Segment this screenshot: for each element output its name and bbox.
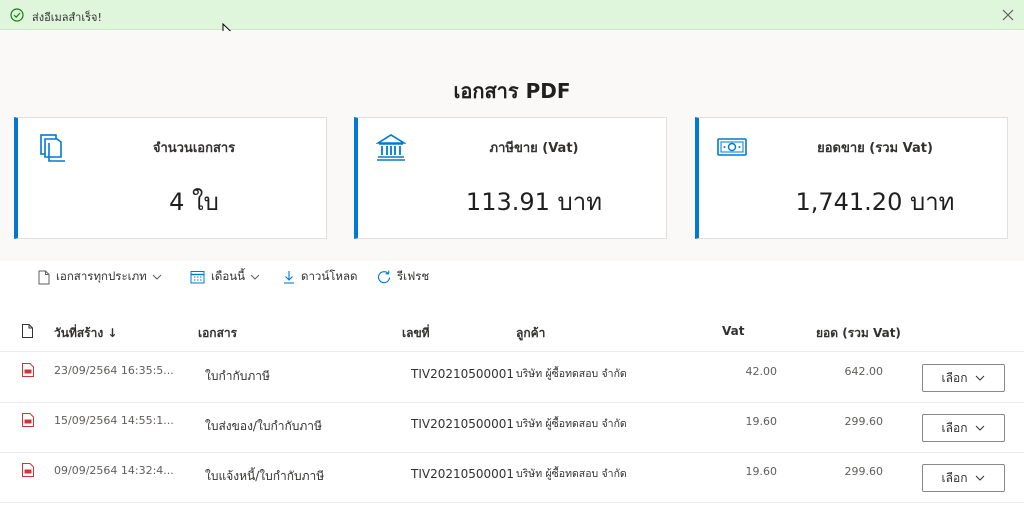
pdf-file-icon — [22, 413, 34, 427]
success-notification: ส่งอีเมลสำเร็จ! — [0, 0, 1024, 30]
cell-number: TIV20210500001 — [411, 417, 515, 431]
cell-customer: บริษัท ผู้ซื้อทดสอบ จำกัด — [516, 468, 627, 480]
column-header-date[interactable]: วันที่สร้าง ↓ — [54, 324, 117, 343]
refresh-label: รีเฟรช — [397, 269, 430, 283]
bank-icon — [376, 134, 406, 161]
card-value: 1,741.20 บาท — [795, 188, 955, 216]
select-label: เลือก — [941, 420, 968, 435]
chevron-down-icon — [250, 274, 260, 280]
card-label: จำนวนเอกสาร — [152, 141, 236, 156]
select-label: เลือก — [941, 470, 968, 485]
calendar-icon — [190, 271, 205, 284]
notification-message: ส่งอีเมลสำเร็จ! — [32, 11, 102, 24]
cell-vat: 19.60 — [745, 465, 778, 478]
chevron-down-icon — [976, 425, 985, 431]
column-header-customer[interactable]: ลูกค้า — [516, 324, 545, 343]
download-button[interactable]: ดาวน์โหลด — [283, 268, 358, 286]
month-label: เดือนนี้ — [211, 269, 246, 283]
cell-date: 23/09/2564 16:35:5... — [54, 364, 174, 377]
column-header-document[interactable]: เอกสาร — [198, 324, 237, 343]
select-dropdown-button[interactable]: เลือก — [922, 414, 1005, 442]
refresh-icon — [377, 270, 391, 284]
close-icon[interactable] — [1002, 9, 1014, 21]
cell-date: 15/09/2564 14:55:1... — [54, 414, 174, 427]
card-vat: ภาษีขาย (Vat) 113.91 บาท — [354, 117, 667, 239]
card-sales-total: ยอดขาย (รวม Vat) 1,741.20 บาท — [695, 117, 1008, 239]
cell-document: ใบส่งของ/ใบกำกับภาษี — [205, 419, 322, 433]
select-dropdown-button[interactable]: เลือก — [922, 364, 1005, 392]
doc-type-dropdown[interactable]: เอกสารทุกประเภท — [38, 268, 162, 286]
money-icon — [717, 138, 747, 156]
chevron-down-icon — [976, 475, 985, 481]
card-document-count: จำนวนเอกสาร 4 ใบ — [14, 117, 327, 239]
card-value: 4 ใบ — [169, 188, 219, 216]
cell-total: 299.60 — [844, 465, 884, 478]
cell-vat: 19.60 — [745, 415, 778, 428]
documents-icon — [40, 134, 65, 162]
chevron-down-icon — [152, 274, 162, 280]
check-circle-icon — [10, 8, 24, 22]
column-header-total[interactable]: ยอด (รวม Vat) — [816, 324, 901, 343]
download-label: ดาวน์โหลด — [301, 269, 358, 283]
download-icon — [284, 271, 294, 284]
file-type-column-icon — [22, 324, 33, 338]
cell-total: 299.60 — [844, 415, 884, 428]
cell-total: 642.00 — [844, 365, 884, 378]
card-label: ภาษีขาย (Vat) — [489, 141, 579, 156]
column-header-number[interactable]: เลขที่ — [402, 324, 430, 343]
chevron-down-icon — [976, 375, 985, 381]
cell-date: 09/09/2564 14:32:4... — [54, 464, 174, 477]
doc-type-label: เอกสารทุกประเภท — [56, 269, 147, 283]
card-value: 113.91 บาท — [465, 188, 603, 216]
cell-number: TIV20210500001 — [411, 367, 515, 381]
pdf-file-icon — [22, 363, 34, 377]
column-header-vat[interactable]: Vat — [722, 324, 744, 338]
cell-document: ใบแจ้งหนี้/ใบกำกับภาษี — [205, 469, 325, 483]
select-label: เลือก — [941, 370, 968, 385]
page-title: เอกสาร PDF — [453, 79, 571, 103]
cell-customer: บริษัท ผู้ซื้อทดสอบ จำกัด — [516, 368, 627, 380]
select-dropdown-button[interactable]: เลือก — [922, 464, 1005, 492]
card-label: ยอดขาย (รวม Vat) — [817, 141, 933, 156]
month-dropdown[interactable]: เดือนนี้ — [190, 268, 260, 286]
pdf-file-icon — [22, 463, 34, 477]
refresh-button[interactable]: รีเฟรช — [377, 268, 429, 286]
document-icon — [38, 270, 50, 284]
cell-document: ใบกำกับภาษี — [205, 369, 270, 383]
cell-number: TIV20210500001 — [411, 467, 515, 481]
cell-customer: บริษัท ผู้ซื้อทดสอบ จำกัด — [516, 418, 627, 430]
cell-vat: 42.00 — [745, 365, 778, 378]
